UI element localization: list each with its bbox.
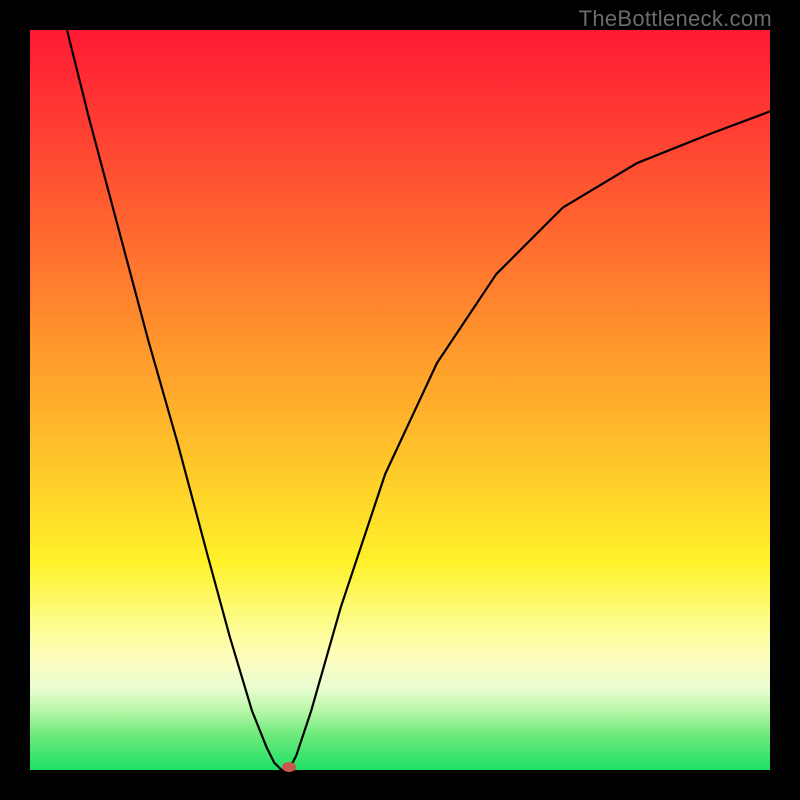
- plot-area: [30, 30, 770, 770]
- chart-frame: TheBottleneck.com: [0, 0, 800, 800]
- optimal-point-marker: [282, 762, 296, 772]
- curve-path: [67, 30, 770, 770]
- watermark-text: TheBottleneck.com: [579, 6, 772, 32]
- bottleneck-curve: [30, 30, 770, 770]
